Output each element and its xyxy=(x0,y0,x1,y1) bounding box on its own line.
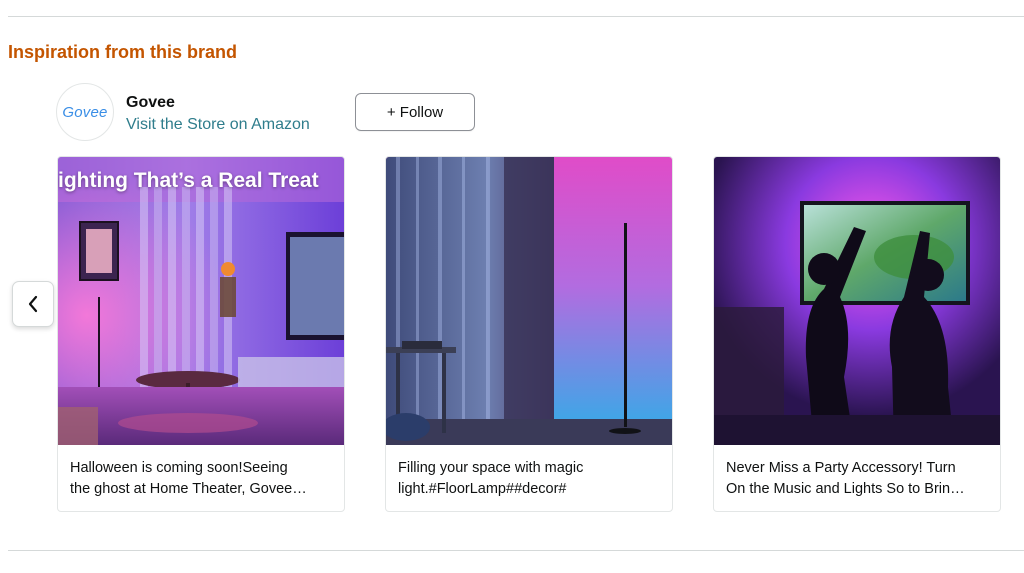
card-caption: Filling your space with magic light.#Flo… xyxy=(398,458,662,500)
follow-button[interactable]: + Follow xyxy=(355,93,475,131)
caption-line: light.#FloorLamp##decor# xyxy=(398,481,567,497)
inspiration-card-halloween[interactable]: ighting That’s a Real Treat Halloween is… xyxy=(57,156,345,512)
brand-name: Govee xyxy=(126,94,175,111)
carousel-prev-button[interactable] xyxy=(12,281,54,327)
caption-line: the ghost at Home Theater, Govee… xyxy=(70,481,307,497)
halloween-room-image xyxy=(58,157,344,445)
inspiration-card-party[interactable]: Never Miss a Party Accessory! Turn On th… xyxy=(713,156,1001,512)
bottom-divider xyxy=(8,550,1024,551)
section-title: Inspiration from this brand xyxy=(8,42,238,62)
card-image-floor-lamp[interactable] xyxy=(386,157,672,445)
card-image-halloween[interactable]: ighting That’s a Real Treat xyxy=(58,157,344,445)
card-image-party[interactable] xyxy=(714,157,1000,445)
brand-logo[interactable]: Govee xyxy=(56,83,114,141)
visit-store-link[interactable]: Visit the Store on Amazon xyxy=(126,116,310,134)
caption-line: Filling your space with magic xyxy=(398,460,584,476)
floor-lamp-image xyxy=(386,157,672,445)
inspiration-card-floor-lamp[interactable]: Filling your space with magic light.#Flo… xyxy=(385,156,673,512)
caption-line: Never Miss a Party Accessory! Turn xyxy=(726,460,956,476)
card-caption: Halloween is coming soon!Seeing the ghos… xyxy=(70,458,334,500)
caption-line: Halloween is coming soon!Seeing xyxy=(70,460,288,476)
card-overlay-text: ighting That’s a Real Treat xyxy=(58,169,319,192)
party-tv-image xyxy=(714,157,1000,445)
brand-logo-text: Govee xyxy=(62,103,108,121)
card-caption: Never Miss a Party Accessory! Turn On th… xyxy=(726,458,990,500)
top-divider xyxy=(8,16,1024,17)
caption-line: On the Music and Lights So to Brin… xyxy=(726,481,965,497)
chevron-left-icon xyxy=(28,295,38,313)
